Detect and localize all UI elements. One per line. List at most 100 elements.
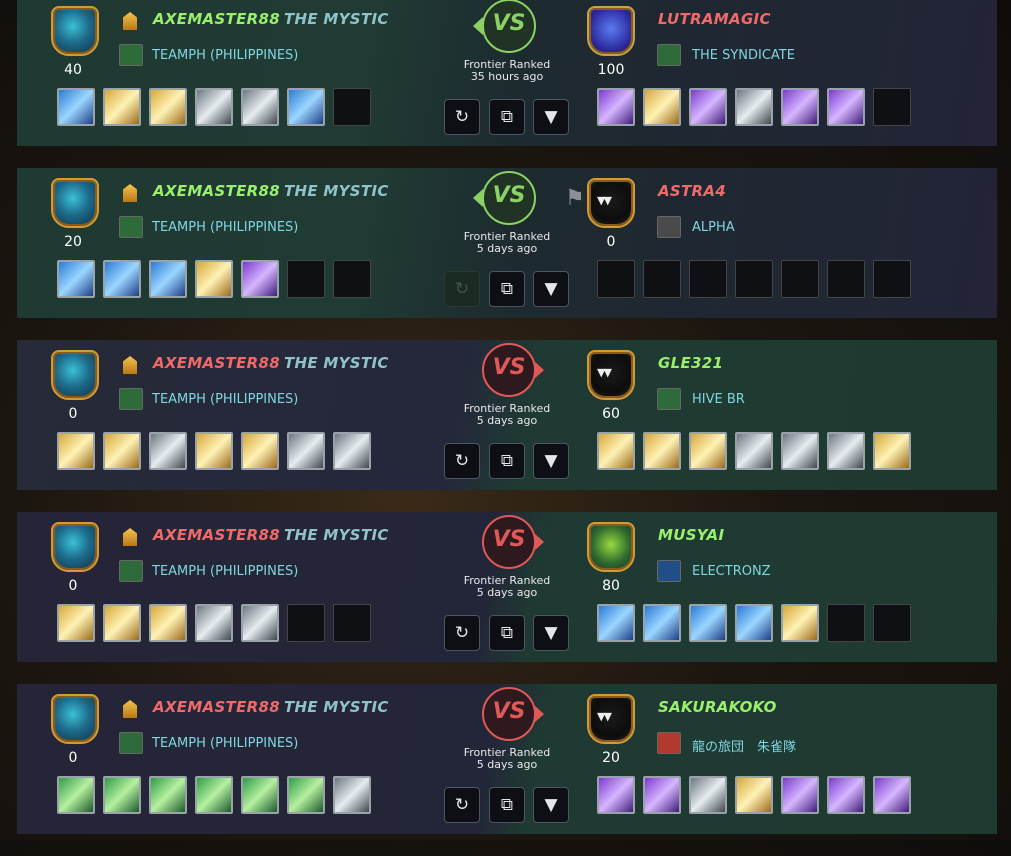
- team-cards-left: [57, 604, 371, 642]
- guild-name[interactable]: TEAMPH (PHILIPPINES): [152, 564, 298, 579]
- monster-card[interactable]: [103, 88, 141, 126]
- monster-card[interactable]: [597, 776, 635, 814]
- monster-card[interactable]: [287, 776, 325, 814]
- guild-name[interactable]: HIVE BR: [692, 392, 745, 407]
- monster-card[interactable]: [827, 432, 865, 470]
- monster-card[interactable]: [103, 604, 141, 642]
- guild-name[interactable]: THE SYNDICATE: [692, 48, 795, 63]
- monster-card[interactable]: [597, 88, 635, 126]
- vs-label: VS: [492, 183, 526, 208]
- copy-button[interactable]: ⧉: [489, 787, 525, 823]
- monster-card[interactable]: [689, 776, 727, 814]
- monster-card[interactable]: [103, 260, 141, 298]
- monster-card[interactable]: [781, 88, 819, 126]
- expand-button[interactable]: ▼: [533, 443, 569, 479]
- monster-card[interactable]: [689, 432, 727, 470]
- opponent-name[interactable]: SAKURAKOKO: [658, 698, 777, 716]
- opponent-score: 60: [602, 406, 620, 422]
- monster-card[interactable]: [241, 604, 279, 642]
- monster-card[interactable]: [149, 776, 187, 814]
- monster-card[interactable]: [643, 88, 681, 126]
- monster-card[interactable]: [827, 88, 865, 126]
- player-name[interactable]: AXEMASTER88 THE MYSTIC: [153, 10, 389, 28]
- shield-icon: [587, 6, 635, 56]
- opponent-name[interactable]: LUTRAMAGIC: [658, 10, 771, 28]
- monster-card[interactable]: [735, 604, 773, 642]
- monster-card[interactable]: [781, 432, 819, 470]
- monster-card[interactable]: [195, 776, 233, 814]
- copy-button[interactable]: ⧉: [489, 99, 525, 135]
- replay-button[interactable]: ↻: [444, 99, 480, 135]
- monster-card[interactable]: [333, 432, 371, 470]
- guild-name[interactable]: TEAMPH (PHILIPPINES): [152, 220, 298, 235]
- monster-card[interactable]: [241, 432, 279, 470]
- monster-card[interactable]: [781, 604, 819, 642]
- monster-card[interactable]: [149, 260, 187, 298]
- monster-card[interactable]: [643, 776, 681, 814]
- player-name[interactable]: AXEMASTER88 THE MYSTIC: [153, 698, 389, 716]
- guild-name[interactable]: 龍の旅団 朱雀隊: [692, 736, 796, 755]
- monster-card[interactable]: [149, 88, 187, 126]
- guild-name[interactable]: TEAMPH (PHILIPPINES): [152, 736, 298, 751]
- monster-card[interactable]: [873, 432, 911, 470]
- monster-card[interactable]: [735, 776, 773, 814]
- monster-card[interactable]: [241, 260, 279, 298]
- guild-name[interactable]: ALPHA: [692, 220, 735, 235]
- monster-card[interactable]: [195, 260, 233, 298]
- monster-card[interactable]: [195, 432, 233, 470]
- guild-name[interactable]: TEAMPH (PHILIPPINES): [152, 392, 298, 407]
- expand-button[interactable]: ▼: [533, 99, 569, 135]
- monster-card[interactable]: [597, 432, 635, 470]
- monster-card[interactable]: [103, 776, 141, 814]
- monster-card[interactable]: [149, 604, 187, 642]
- monster-card[interactable]: [103, 432, 141, 470]
- empty-card-slot: [827, 260, 865, 298]
- monster-card[interactable]: [57, 432, 95, 470]
- monster-card[interactable]: [597, 604, 635, 642]
- guild-name[interactable]: ELECTRONZ: [692, 564, 771, 579]
- guild-name[interactable]: TEAMPH (PHILIPPINES): [152, 48, 298, 63]
- monster-card[interactable]: [57, 776, 95, 814]
- monster-card[interactable]: [643, 604, 681, 642]
- replay-button[interactable]: ↻: [444, 443, 480, 479]
- monster-card[interactable]: [643, 432, 681, 470]
- empty-card-slot: [689, 260, 727, 298]
- monster-card[interactable]: [195, 88, 233, 126]
- monster-card[interactable]: [57, 260, 95, 298]
- monster-card[interactable]: [781, 776, 819, 814]
- monster-card[interactable]: [689, 604, 727, 642]
- guild-flag-icon: [657, 216, 681, 238]
- monster-card[interactable]: [333, 776, 371, 814]
- monster-card[interactable]: [287, 88, 325, 126]
- shield-icon: [51, 694, 99, 744]
- copy-button[interactable]: ⧉: [489, 443, 525, 479]
- expand-button[interactable]: ▼: [533, 787, 569, 823]
- expand-button[interactable]: ▼: [533, 271, 569, 307]
- replay-button[interactable]: ↻: [444, 615, 480, 651]
- winner-arrow-icon: [473, 17, 483, 35]
- monster-card[interactable]: [873, 776, 911, 814]
- player-name-text: AXEMASTER88: [153, 526, 280, 544]
- player-name[interactable]: AXEMASTER88 THE MYSTIC: [153, 182, 389, 200]
- replay-button[interactable]: ↻: [444, 787, 480, 823]
- copy-button[interactable]: ⧉: [489, 271, 525, 307]
- player-name[interactable]: AXEMASTER88 THE MYSTIC: [153, 526, 389, 544]
- monster-card[interactable]: [287, 432, 325, 470]
- monster-card[interactable]: [735, 88, 773, 126]
- monster-card[interactable]: [827, 776, 865, 814]
- monster-card[interactable]: [57, 604, 95, 642]
- monster-card[interactable]: [149, 432, 187, 470]
- monster-card[interactable]: [689, 88, 727, 126]
- monster-card[interactable]: [57, 88, 95, 126]
- opponent-name[interactable]: MUSYAI: [658, 526, 724, 544]
- opponent-name[interactable]: GLE321: [658, 354, 723, 372]
- monster-card[interactable]: [195, 604, 233, 642]
- shield-icon: [587, 350, 635, 400]
- copy-button[interactable]: ⧉: [489, 615, 525, 651]
- monster-card[interactable]: [241, 776, 279, 814]
- player-name[interactable]: AXEMASTER88 THE MYSTIC: [153, 354, 389, 372]
- opponent-name[interactable]: ASTRA4: [658, 182, 726, 200]
- expand-button[interactable]: ▼: [533, 615, 569, 651]
- monster-card[interactable]: [735, 432, 773, 470]
- monster-card[interactable]: [241, 88, 279, 126]
